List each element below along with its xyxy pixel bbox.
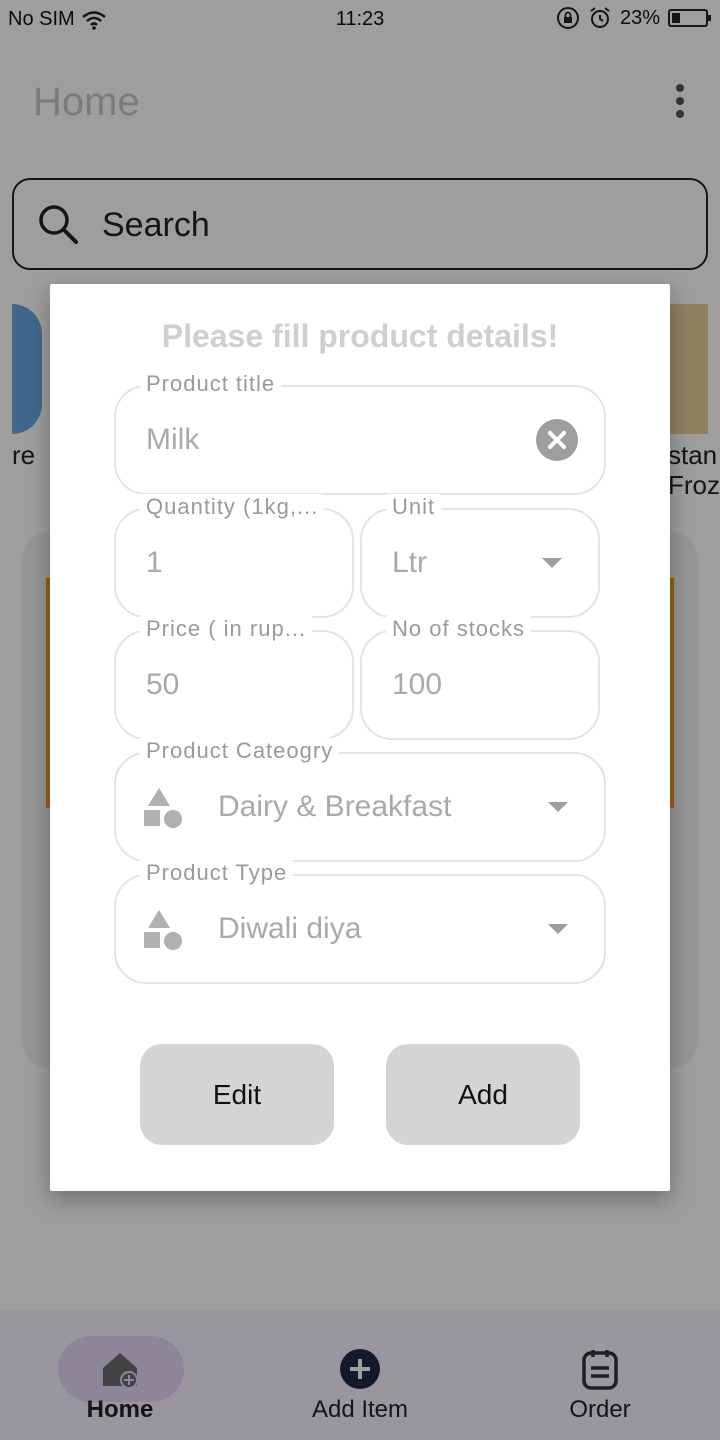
- type-shapes-icon: [142, 910, 182, 950]
- type-dropdown[interactable]: Product Type Diwali diya: [114, 860, 606, 984]
- dropdown-arrow-icon: [542, 558, 562, 568]
- edit-button[interactable]: Edit: [140, 1044, 334, 1145]
- dropdown-arrow-icon: [548, 924, 568, 934]
- unit-dropdown[interactable]: Unit Ltr: [360, 494, 600, 618]
- category-value: Dairy & Breakfast: [218, 790, 452, 823]
- price-input[interactable]: 50: [146, 668, 179, 702]
- dropdown-arrow-icon: [548, 802, 568, 812]
- product-title-field[interactable]: Product title Milk: [114, 371, 606, 495]
- stocks-input[interactable]: 100: [392, 668, 442, 702]
- quantity-input[interactable]: 1: [146, 546, 163, 580]
- price-label: Price ( in rup...: [140, 616, 313, 642]
- product-title-label: Product title: [140, 371, 282, 397]
- price-field[interactable]: Price ( in rup... 50: [114, 616, 354, 740]
- type-value: Diwali diya: [218, 912, 362, 945]
- dialog-title: Please fill product details!: [161, 318, 559, 354]
- product-title-input[interactable]: Milk: [146, 423, 199, 457]
- quantity-label: Quantity (1kg,...: [140, 494, 325, 520]
- type-label: Product Type: [140, 860, 294, 886]
- product-details-dialog: Please fill product details! Product tit…: [50, 284, 670, 1191]
- category-shapes-icon: [142, 788, 182, 828]
- stocks-field[interactable]: No of stocks 100: [360, 616, 600, 740]
- category-label: Product Cateogry: [140, 738, 340, 764]
- clear-icon[interactable]: [536, 419, 578, 461]
- stocks-label: No of stocks: [386, 616, 532, 642]
- quantity-field[interactable]: Quantity (1kg,... 1: [114, 494, 354, 618]
- unit-label: Unit: [386, 494, 442, 520]
- category-dropdown[interactable]: Product Cateogry Dairy & Breakfast: [114, 738, 606, 862]
- unit-value: Ltr: [392, 546, 428, 579]
- add-button[interactable]: Add: [386, 1044, 580, 1145]
